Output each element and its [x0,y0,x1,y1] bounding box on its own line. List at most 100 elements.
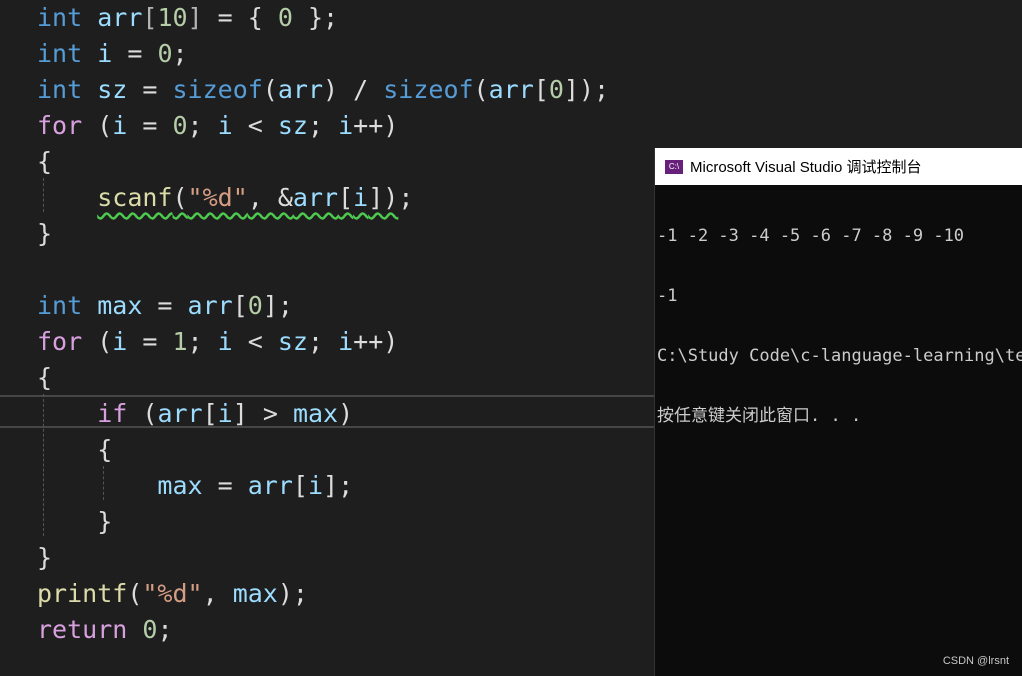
code-token: for [37,111,83,140]
console-title-bar[interactable]: C:\ Microsoft Visual Studio 调试控制台 [655,148,1022,185]
code-token: ]; [262,291,293,320]
code-token: ( [82,327,113,356]
code-token: sz [277,111,308,140]
code-token: arr [157,399,203,428]
code-token: < [232,111,278,140]
code-line: return 0; [37,612,173,648]
code-token: [ [533,75,549,104]
code-token: i [217,399,233,428]
code-token: arr [277,75,324,104]
code-token: ; [398,183,414,212]
code-token: i [353,183,369,212]
code-line: } [37,216,52,252]
code-token: printf [37,579,128,608]
code-token: ; [307,111,339,140]
code-token: = [142,291,188,320]
code-token: = [127,327,173,356]
code-token: { [37,147,53,176]
code-token: = [127,111,173,140]
code-line: int i = 0; [37,36,188,72]
code-token: ]; [323,471,354,500]
code-line: } [37,540,52,576]
code-line: } [37,504,112,540]
code-token: ]); [563,75,610,104]
console-output: -1 -2 -3 -4 -5 -6 -7 -8 -9 -10 -1 C:\Stu… [655,185,1022,466]
code-token: [ [232,291,248,320]
code-token: 10 [157,3,188,32]
code-token: ); [277,579,308,608]
console-output-line: -1 -2 -3 -4 -5 -6 -7 -8 -9 -10 [657,226,965,246]
console-output-line: 按任意键关闭此窗口. . . [657,406,862,426]
code-token: [ [292,471,308,500]
code-token: i [217,111,233,140]
code-line: for (i = 1; i < sz; i++) [37,324,398,360]
code-line: { [37,432,112,468]
watermark: CSDN @lrsnt [942,655,1009,667]
code-token: < [232,327,278,356]
code-token: ] > [232,399,293,428]
code-token: "%d" [142,579,203,608]
code-token: sz [277,327,308,356]
code-token: 0 [277,3,293,32]
code-token: 0 [172,111,188,140]
code-token: return [37,615,128,644]
code-token: [ [338,183,354,212]
code-token: [ [202,399,218,428]
code-token: ( [82,111,113,140]
console-output-line: -1 [657,286,678,306]
code-token: int [37,39,83,68]
code-token: , & [247,183,293,212]
code-token: } [37,543,53,572]
code-token: ( [127,579,143,608]
code-token: ; [307,327,339,356]
code-token: max [97,291,143,320]
debug-console-window[interactable]: C:\ Microsoft Visual Studio 调试控制台 -1 -2 … [654,148,1022,676]
code-token: max [232,579,278,608]
code-token: int [37,75,83,104]
code-token: ) / [323,75,384,104]
code-token: [ [142,3,158,32]
code-token: for [37,327,83,356]
code-token: sz [97,75,128,104]
code-token: ++) [353,327,399,356]
code-token: i [217,327,233,356]
code-token: ( [473,75,489,104]
code-token: ; [187,111,218,140]
code-token: i [307,471,324,500]
code-token: if [97,399,128,428]
code-line: int arr[10] = { 0 }; [37,0,338,36]
code-token: ]) [368,183,399,212]
code-line: int max = arr[0]; [37,288,293,324]
code-token: i [112,327,128,356]
code-token: arr [97,3,143,32]
code-token: i [97,39,113,68]
code-token: int [37,291,83,320]
code-token: i [112,111,128,140]
code-token: arr [488,75,534,104]
code-line: max = arr[i]; [37,468,353,504]
code-line: { [37,144,52,180]
code-token: 0 [548,75,564,104]
code-token: { [37,363,53,392]
code-line: { [37,360,52,396]
code-line: int sz = sizeof(arr) / sizeof(arr[0]); [37,72,609,108]
console-app-icon: C:\ [665,159,683,174]
code-token: = { [202,3,278,32]
code-token: i [338,111,354,140]
code-token: { [37,435,113,464]
code-token: 0 [142,615,158,644]
code-token: ( [172,183,188,212]
code-token: 1 [172,327,188,356]
code-token: arr [292,183,339,212]
code-token: max [157,471,203,500]
code-token: ; [187,327,218,356]
code-token: sizeof [383,75,474,104]
code-token: } [37,219,53,248]
code-token: ] [187,3,203,32]
